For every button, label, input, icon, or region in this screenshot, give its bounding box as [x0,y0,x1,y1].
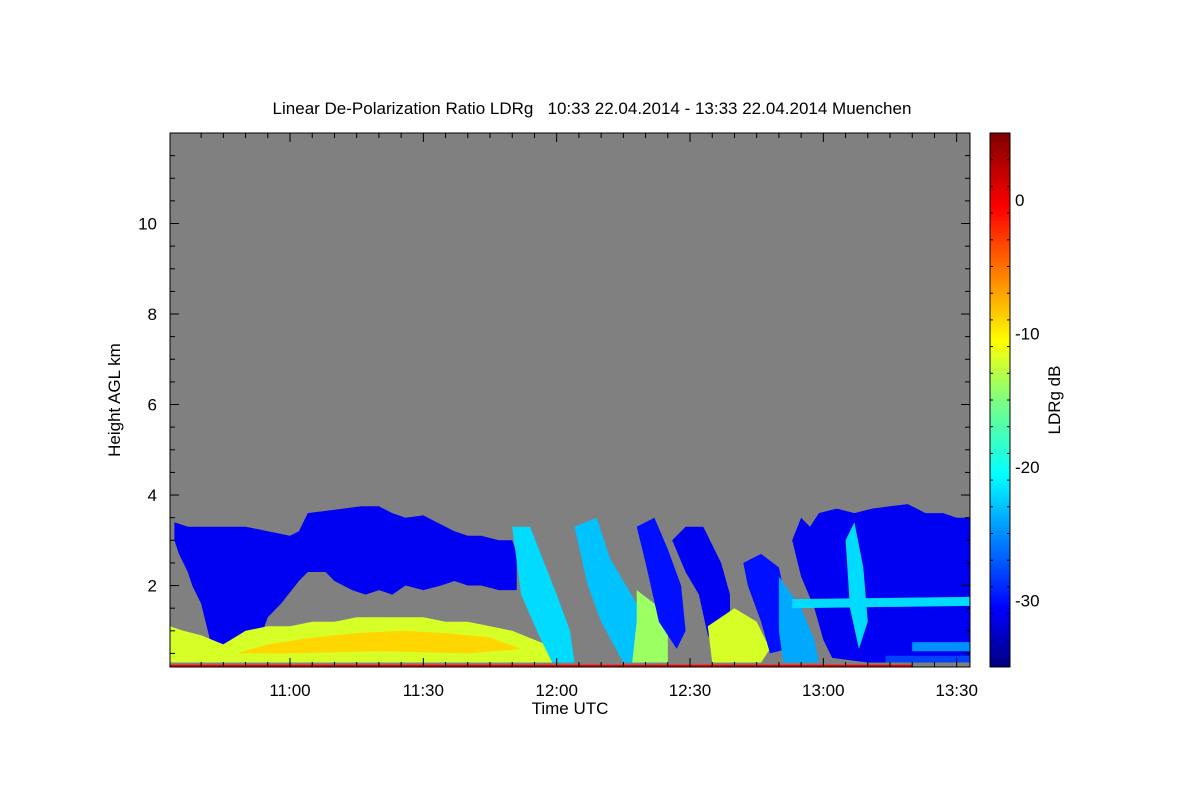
colorbar-tick-label: -10 [1015,324,1040,343]
x-tick-label: 12:00 [535,681,578,700]
x-tick-label: 11:30 [403,681,444,700]
region-right-ground-band [885,655,970,663]
y-tick-label: 6 [148,396,157,415]
region-right-lower-layer [912,642,970,652]
x-axis-label: Time UTC [532,699,609,718]
colorbar-tick-label: -30 [1015,591,1040,610]
y-tick-label: 2 [148,577,157,596]
x-tick-label: 13:30 [935,681,978,700]
x-tick-label: 11:00 [269,681,310,700]
chart-title: Linear De-Polarization Ratio LDRg 10:33 … [273,99,912,118]
colorbar-tick-label: -20 [1015,458,1040,477]
y-tick-label: 4 [148,486,157,505]
y-tick-label: 10 [138,215,157,234]
y-axis-label: Height AGL km [105,343,124,457]
y-tick-label: 8 [148,305,157,324]
colorbar-tick-label: 0 [1015,191,1024,210]
colorbar-label: LDRg dB [1045,366,1064,435]
chart-figure: Linear De-Polarization Ratio LDRg 10:33 … [105,99,1064,718]
x-tick-label: 13:00 [802,681,845,700]
x-tick-label: 12:30 [669,681,712,700]
